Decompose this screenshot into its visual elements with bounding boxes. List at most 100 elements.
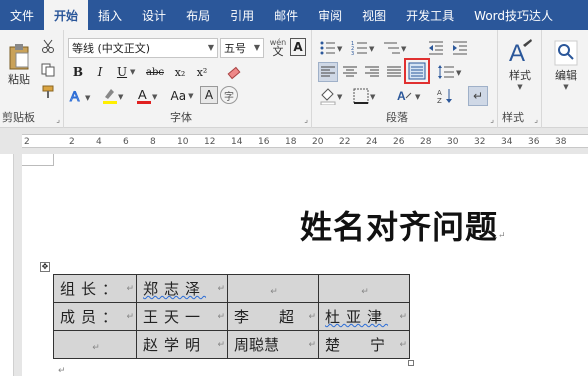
distributed-align-button[interactable] <box>404 58 430 84</box>
highlight-color-button[interactable]: ▼ <box>100 86 128 106</box>
italic-icon: I <box>97 65 103 79</box>
align-center-button[interactable] <box>340 62 360 82</box>
table-resize-handle-icon[interactable] <box>408 360 414 366</box>
font-size-value: 五号 <box>224 42 246 55</box>
svg-text:3: 3 <box>351 51 354 56</box>
justify-button[interactable] <box>384 62 404 82</box>
styles-button[interactable]: A 样式 ▼ <box>502 36 538 94</box>
clear-formatting-button[interactable] <box>224 62 244 82</box>
character-border-button[interactable]: A <box>290 38 306 56</box>
change-case-button[interactable]: Aa ▼ <box>168 86 196 106</box>
tab-file[interactable]: 文件 <box>0 0 44 30</box>
tab-insert[interactable]: 插入 <box>88 0 132 30</box>
tab-references[interactable]: 引用 <box>220 0 264 30</box>
strikethrough-button[interactable]: abc <box>142 62 168 82</box>
align-right-button[interactable] <box>362 62 382 82</box>
dialog-launcher-icon[interactable]: ⌟ <box>490 115 494 124</box>
font-group: 等线 (中文正文) ▼ 五号 ▼ wén 文 A B I U ▼ abc x₂ x² … <box>64 30 312 128</box>
table-cell[interactable]: 组长： ↵ <box>53 274 137 303</box>
phonetic-guide-button[interactable]: wén 文 <box>268 36 288 58</box>
tab-developer[interactable]: 开发工具 <box>396 0 464 30</box>
table-cell[interactable]: 郑志泽 ↵ <box>136 274 228 303</box>
clipboard-group-label: 剪贴板 <box>2 111 35 124</box>
table-cell[interactable]: ↵ <box>318 274 410 303</box>
bold-button[interactable]: B <box>68 62 88 82</box>
multilevel-list-button[interactable]: ▼ <box>382 38 410 58</box>
table-cell[interactable]: 杜亚津 ↵ <box>318 302 410 331</box>
ruler-number: 10 <box>177 137 189 147</box>
tab-word-tips[interactable]: Word技巧达人 <box>464 0 563 30</box>
paste-button[interactable]: 粘贴 <box>4 36 34 94</box>
tab-view[interactable]: 视图 <box>352 0 396 30</box>
decrease-indent-button[interactable] <box>426 38 446 58</box>
paragraph-mark-icon: ↵ <box>498 231 507 241</box>
cut-button[interactable] <box>38 36 58 56</box>
line-spacing-button[interactable]: ▼ <box>436 62 464 82</box>
styles-group: A 样式 ▼ 样式 ⌟ <box>498 30 542 128</box>
chevron-down-icon[interactable]: ▼ <box>130 68 135 76</box>
underline-button[interactable]: U <box>112 62 132 82</box>
borders-button[interactable]: ▼ <box>352 86 380 106</box>
dialog-launcher-icon[interactable]: ⌟ <box>304 115 308 124</box>
cell-mark-icon: ↵ <box>308 340 316 350</box>
align-center-icon <box>343 66 357 77</box>
ruler-number: 34 <box>501 137 513 147</box>
chinese-layout-button[interactable]: A ▼ <box>396 86 424 106</box>
member-table[interactable]: 组长： ↵ 郑志泽 ↵ ↵ ↵ 成员： ↵ 王天一 ↵ 李 超 ↵ 杜亚津 ↵ ↵ 赵学明 ↵… <box>53 274 410 359</box>
show-marks-button[interactable]: ↵ <box>468 86 488 106</box>
font-size-select[interactable]: 五号 ▼ <box>220 38 264 58</box>
table-cell[interactable]: 楚 宁 ↵ <box>318 330 410 359</box>
superscript-button[interactable]: x² <box>192 62 212 82</box>
editing-button[interactable]: 编辑 ▼ <box>548 36 584 94</box>
numbering-button[interactable]: 1 2 3 ▼ <box>350 38 378 58</box>
svg-text:A: A <box>70 88 80 104</box>
paste-icon <box>9 44 29 70</box>
table-move-handle-icon[interactable]: ✥ <box>40 262 50 272</box>
horizontal-ruler[interactable]: 2 2 4 6 8 10 12 14 16 18 20 22 24 26 28 30 32 34 36 38 <box>0 128 588 154</box>
cell-mark-icon: ↵ <box>399 340 407 350</box>
copy-icon <box>41 63 55 77</box>
ruler-number: 38 <box>555 137 567 147</box>
table-cell[interactable]: 赵学明 ↵ <box>136 330 228 359</box>
text-effects-button[interactable]: A ▼ <box>68 86 96 106</box>
cell-mark-icon: ↵ <box>92 342 100 353</box>
enclose-characters-button[interactable]: 字 <box>220 86 238 104</box>
paragraph-mark-icon: ↵ <box>58 366 66 376</box>
copy-button[interactable] <box>38 60 58 80</box>
table-cell[interactable]: 周聪慧 ↵ <box>227 330 319 359</box>
document-title[interactable]: 姓名对齐问题↵ <box>300 202 507 248</box>
tab-review[interactable]: 审阅 <box>308 0 352 30</box>
increase-indent-button[interactable] <box>450 38 470 58</box>
table-cell[interactable]: ↵ <box>227 274 319 303</box>
align-right-icon <box>365 66 379 77</box>
subscript-icon: x₂ <box>174 65 186 79</box>
shading-button[interactable]: ▼ <box>318 86 346 106</box>
font-name-select[interactable]: 等线 (中文正文) ▼ <box>68 38 218 58</box>
table-cell[interactable]: ↵ <box>53 330 137 359</box>
ruler-number: 18 <box>285 137 297 147</box>
align-left-button[interactable] <box>318 62 338 82</box>
ruler-number: 36 <box>528 137 540 147</box>
ruler-number: 30 <box>447 137 459 147</box>
bullets-button[interactable]: ▼ <box>318 38 346 58</box>
sort-button[interactable]: AZ <box>436 86 456 106</box>
format-painter-button[interactable] <box>38 82 58 102</box>
table-cell[interactable]: 王天一 ↵ <box>136 302 228 331</box>
italic-button[interactable]: I <box>90 62 110 82</box>
vertical-ruler[interactable] <box>0 154 14 376</box>
tab-home[interactable]: 开始 <box>44 0 89 30</box>
subscript-button[interactable]: x₂ <box>170 62 190 82</box>
paint-bucket-icon: ▼ <box>320 88 343 105</box>
tab-mailings[interactable]: 邮件 <box>264 0 308 30</box>
svg-text:▼: ▼ <box>401 45 407 53</box>
tab-layout[interactable]: 布局 <box>176 0 220 30</box>
character-shading-button[interactable]: A <box>200 86 218 104</box>
tab-design[interactable]: 设计 <box>132 0 176 30</box>
table-cell[interactable]: 李 超 ↵ <box>227 302 319 331</box>
svg-text:▼: ▼ <box>337 93 343 101</box>
dialog-launcher-icon[interactable]: ⌟ <box>534 115 538 124</box>
table-cell[interactable]: 成员： ↵ <box>53 302 137 331</box>
ruler-number: 6 <box>123 137 129 147</box>
dialog-launcher-icon[interactable]: ⌟ <box>56 115 60 124</box>
font-color-button[interactable]: A ▼ <box>134 86 162 106</box>
